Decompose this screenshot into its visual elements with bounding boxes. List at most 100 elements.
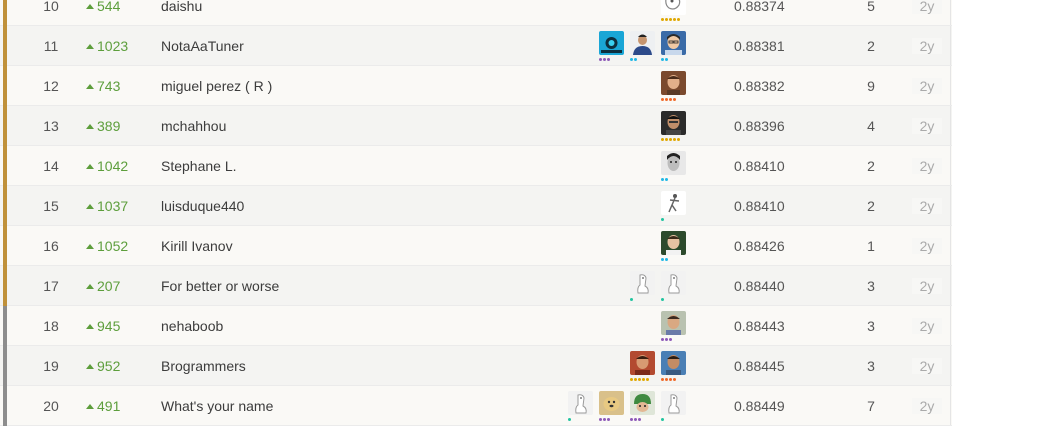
table-border [950, 266, 951, 305]
tier-dot [630, 378, 633, 381]
tier-dots [599, 418, 610, 421]
avatar [661, 271, 686, 295]
tier-dots [661, 98, 676, 101]
avatar [568, 391, 593, 415]
team-name-link[interactable]: For better or worse [161, 278, 279, 294]
member-avatar[interactable] [630, 31, 655, 61]
tier-dot [665, 138, 668, 141]
member-avatar[interactable] [661, 311, 686, 341]
tier-dots [661, 418, 664, 421]
member-avatar[interactable] [661, 111, 686, 141]
up-arrow-icon [86, 84, 94, 89]
tier-dot [603, 58, 606, 61]
avatar [661, 351, 686, 375]
member-avatar[interactable] [599, 391, 624, 421]
rank-number: 20 [43, 398, 59, 414]
up-arrow-icon [86, 204, 94, 209]
team-name-link[interactable]: What's your name [161, 398, 273, 414]
tier-dot [634, 418, 637, 421]
entries-count: 4 [867, 118, 875, 134]
table-border [950, 306, 951, 345]
tier-dot [630, 418, 633, 421]
table-row[interactable]: 12 743 miguel perez ( R ) 0.88382 9 2y [0, 66, 952, 106]
team-name-link[interactable]: Kirill Ivanov [161, 238, 233, 254]
tier-dot [669, 98, 672, 101]
avatar [661, 31, 686, 55]
table-row[interactable]: 19 952 Brogrammers 0.88445 3 2y [0, 346, 952, 386]
rank-number: 18 [43, 318, 59, 334]
team-name-link[interactable]: Brogrammers [161, 358, 246, 374]
entries-count: 2 [867, 198, 875, 214]
tier-dot [669, 338, 672, 341]
member-avatar[interactable] [661, 31, 686, 61]
team-name-link[interactable]: miguel perez ( R ) [161, 78, 272, 94]
tier-dot [607, 418, 610, 421]
avatar [661, 151, 686, 175]
team-name-link[interactable]: luisduque440 [161, 198, 244, 214]
table-row[interactable]: 18 945 nehaboob 0.88443 3 2y [0, 306, 952, 346]
member-avatar[interactable] [661, 271, 686, 301]
up-arrow-icon [86, 4, 94, 9]
entries-count: 3 [867, 358, 875, 374]
rank-change: 1023 [86, 38, 136, 54]
up-arrow-icon [86, 284, 94, 289]
member-avatar[interactable] [599, 31, 624, 61]
last-submission: 2y [912, 238, 942, 254]
silver-medal-indicator [3, 346, 7, 386]
tier-dots [661, 338, 672, 341]
last-submission: 2y [912, 118, 942, 134]
member-avatar[interactable] [661, 151, 686, 181]
team-name-link[interactable]: daishu [161, 0, 202, 14]
team-name-link[interactable]: NotaAaTuner [161, 38, 244, 54]
tier-dots [568, 418, 571, 421]
team-name-link[interactable]: Stephane L. [161, 158, 237, 174]
member-avatar[interactable] [630, 391, 655, 421]
tier-dots [630, 298, 633, 301]
member-avatar[interactable] [661, 351, 686, 381]
tier-dot [638, 378, 641, 381]
avatar [630, 271, 655, 295]
silver-medal-indicator [3, 386, 7, 426]
table-row[interactable]: 11 1023 NotaAaTuner 0.88381 2 2y [0, 26, 952, 66]
team-name-link[interactable]: mchahhou [161, 118, 226, 134]
avatar [661, 71, 686, 95]
team-members [661, 151, 686, 181]
member-avatar[interactable] [661, 231, 686, 261]
leaderboard: 10 544 daishu 0.88374 5 2y 11 1023 NotaAaTuner 0.… [0, 0, 952, 426]
member-avatar[interactable] [661, 0, 686, 21]
table-row[interactable]: 13 389 mchahhou 0.88396 4 2y [0, 106, 952, 146]
entries-count: 3 [867, 278, 875, 294]
member-avatar[interactable] [568, 391, 593, 421]
avatar [630, 31, 655, 55]
rank-change: 544 [86, 0, 136, 14]
gold-medal-indicator [3, 26, 7, 66]
last-submission: 2y [912, 318, 942, 334]
rank-number: 16 [43, 238, 59, 254]
last-submission: 2y [912, 0, 942, 14]
tier-dot [642, 378, 645, 381]
gold-medal-indicator [3, 266, 7, 306]
member-avatar[interactable] [661, 191, 686, 221]
table-row[interactable]: 16 1052 Kirill Ivanov 0.88426 1 2y [0, 226, 952, 266]
team-members [661, 111, 686, 141]
avatar [599, 31, 624, 55]
tier-dot [599, 58, 602, 61]
rank-change: 952 [86, 358, 136, 374]
table-row[interactable]: 10 544 daishu 0.88374 5 2y [0, 0, 952, 26]
gold-medal-indicator [3, 186, 7, 226]
table-row[interactable]: 14 1042 Stephane L. 0.88410 2 2y [0, 146, 952, 186]
team-name-link[interactable]: nehaboob [161, 318, 223, 334]
avatar [661, 191, 686, 215]
avatar [630, 391, 655, 415]
member-avatar[interactable] [661, 71, 686, 101]
tier-dot [661, 258, 664, 261]
member-avatar[interactable] [630, 271, 655, 301]
table-row[interactable]: 20 491 What's your name 0.88449 7 2y [0, 386, 952, 426]
entries-count: 1 [867, 238, 875, 254]
member-avatar[interactable] [661, 391, 686, 421]
table-row[interactable]: 15 1037 luisduque440 0.88410 2 2y [0, 186, 952, 226]
avatar [661, 391, 686, 415]
table-row[interactable]: 17 207 For better or worse 0.88440 3 2y [0, 266, 952, 306]
last-submission: 2y [912, 158, 942, 174]
member-avatar[interactable] [630, 351, 655, 381]
